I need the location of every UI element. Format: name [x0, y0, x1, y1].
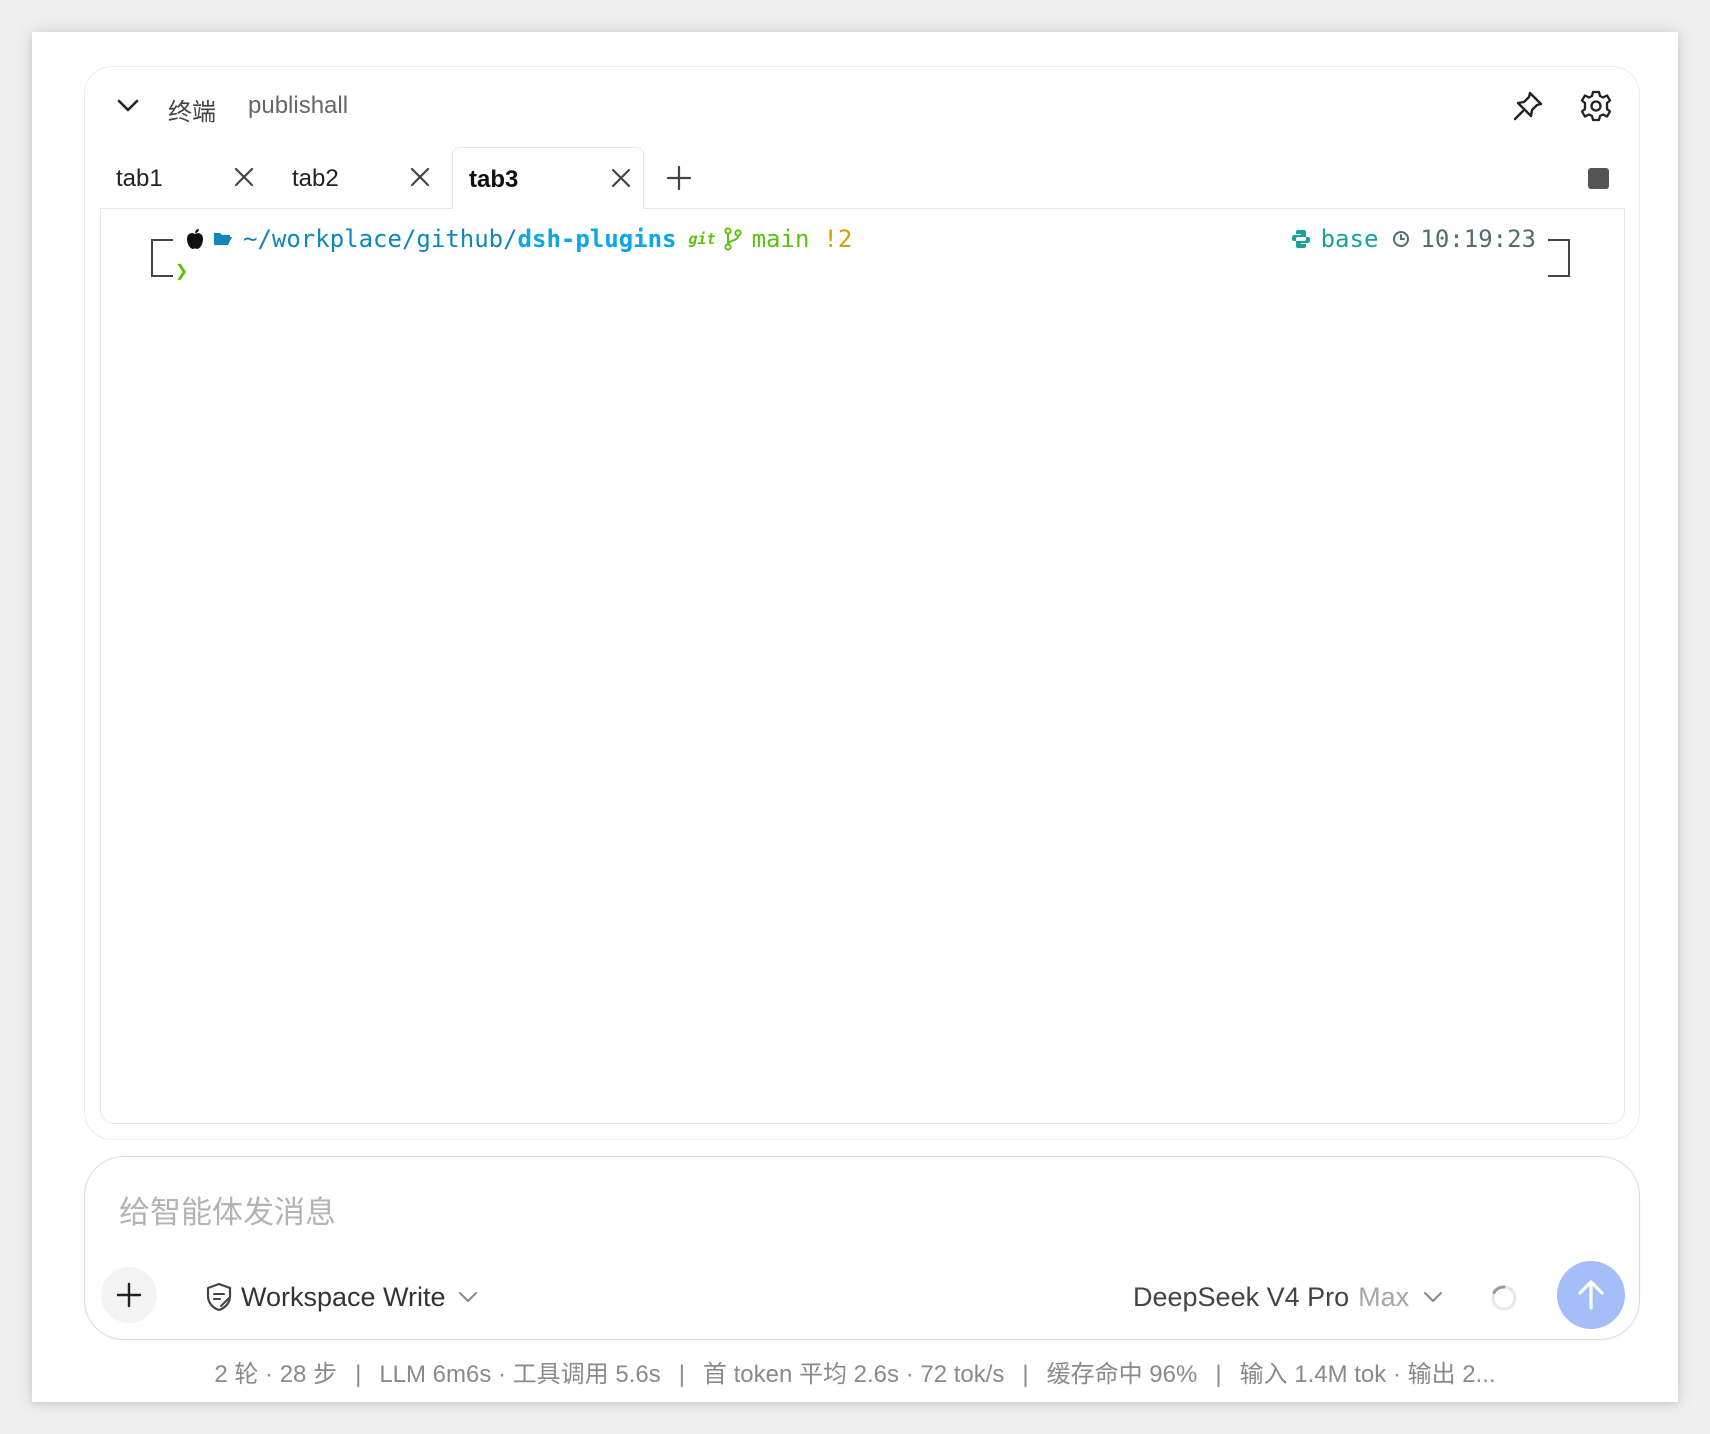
model-name: DeepSeek V4 Pro	[1133, 1281, 1350, 1312]
stop-icon	[1587, 167, 1609, 189]
attach-button[interactable]	[101, 1267, 157, 1323]
tab-label: tab1	[116, 165, 163, 192]
chevron-down-icon	[458, 1292, 477, 1302]
path-prefix: ~/workplace/github/	[243, 225, 518, 253]
pin-icon	[1513, 91, 1543, 121]
stat-separator: |	[678, 1361, 685, 1388]
pin-button[interactable]	[1510, 88, 1546, 124]
close-icon[interactable]	[408, 165, 432, 189]
tab-label: tab2	[292, 165, 339, 192]
message-input[interactable]	[117, 1187, 1321, 1239]
git-branch: main	[751, 225, 810, 253]
tab-tab2[interactable]: tab2	[278, 147, 444, 209]
path-dir: dsh-plugins	[517, 225, 677, 253]
panel-title: 终端	[168, 99, 216, 126]
plus-icon	[116, 1282, 142, 1308]
close-icon[interactable]	[232, 165, 256, 189]
close-icon[interactable]	[609, 166, 633, 190]
settings-button[interactable]	[1578, 88, 1614, 124]
stat-cache: 缓存命中 96%	[1046, 1361, 1198, 1388]
mode-selector[interactable]: Workspace Write	[205, 1277, 478, 1317]
folder-icon	[214, 233, 232, 245]
panel-subtitle: publishall	[248, 92, 349, 119]
python-icon	[1291, 230, 1310, 248]
arrow-up-icon	[1578, 1280, 1604, 1310]
tab-tab3[interactable]: tab3	[452, 147, 644, 209]
shield-icon	[206, 1282, 232, 1312]
prompt-frame-right	[1548, 239, 1570, 277]
stat-rounds: 2 轮 · 28 步	[214, 1361, 338, 1388]
stat-separator: |	[1215, 1361, 1222, 1388]
stat-first-token: 首 token 平均 2.6s · 72 tok/s	[702, 1361, 1005, 1388]
stat-llm: LLM 6m6s · 工具调用 5.6s	[379, 1361, 661, 1388]
message-composer: Workspace Write DeepSeek V4 Pro Max	[84, 1156, 1640, 1340]
loading-spinner-icon	[1491, 1285, 1517, 1311]
terminal-output[interactable]: ~/workplace/github/dsh-plugins git main …	[100, 208, 1625, 1124]
plus-icon	[666, 165, 692, 191]
send-button[interactable]	[1557, 1261, 1625, 1329]
model-variant: Max	[1358, 1281, 1410, 1312]
git-status: !2	[823, 225, 853, 253]
stat-separator: |	[1022, 1361, 1029, 1388]
stat-separator: |	[355, 1361, 362, 1388]
git-branch-icon	[723, 227, 742, 251]
clock-time: 10:19:23	[1420, 225, 1536, 253]
tab-tab1[interactable]: tab1	[102, 147, 268, 209]
stats-bar: 2 轮 · 28 步 | LLM 6m6s · 工具调用 5.6s | 首 token …	[0, 1354, 1710, 1389]
clock-icon	[1393, 231, 1410, 247]
model-selector[interactable]: DeepSeek V4 Pro Max	[1133, 1277, 1443, 1317]
prompt-left: ~/workplace/github/dsh-plugins git main …	[185, 225, 852, 253]
mode-label: Workspace Write	[241, 1281, 446, 1312]
env-name: base	[1320, 225, 1379, 253]
stat-io: 输入 1.4M tok · 输出 2...	[1239, 1361, 1496, 1388]
prompt-char: ❯	[175, 259, 189, 284]
git-label: git	[688, 230, 716, 248]
gear-icon	[1580, 90, 1612, 122]
collapse-chevron-icon[interactable]	[114, 92, 142, 120]
apple-icon	[187, 229, 203, 249]
stop-button[interactable]	[1586, 166, 1610, 190]
tab-label: tab3	[469, 166, 519, 193]
prompt-right: base 10:19:23	[1291, 225, 1536, 253]
chevron-down-icon	[1424, 1292, 1443, 1302]
add-tab-button[interactable]	[664, 163, 694, 193]
